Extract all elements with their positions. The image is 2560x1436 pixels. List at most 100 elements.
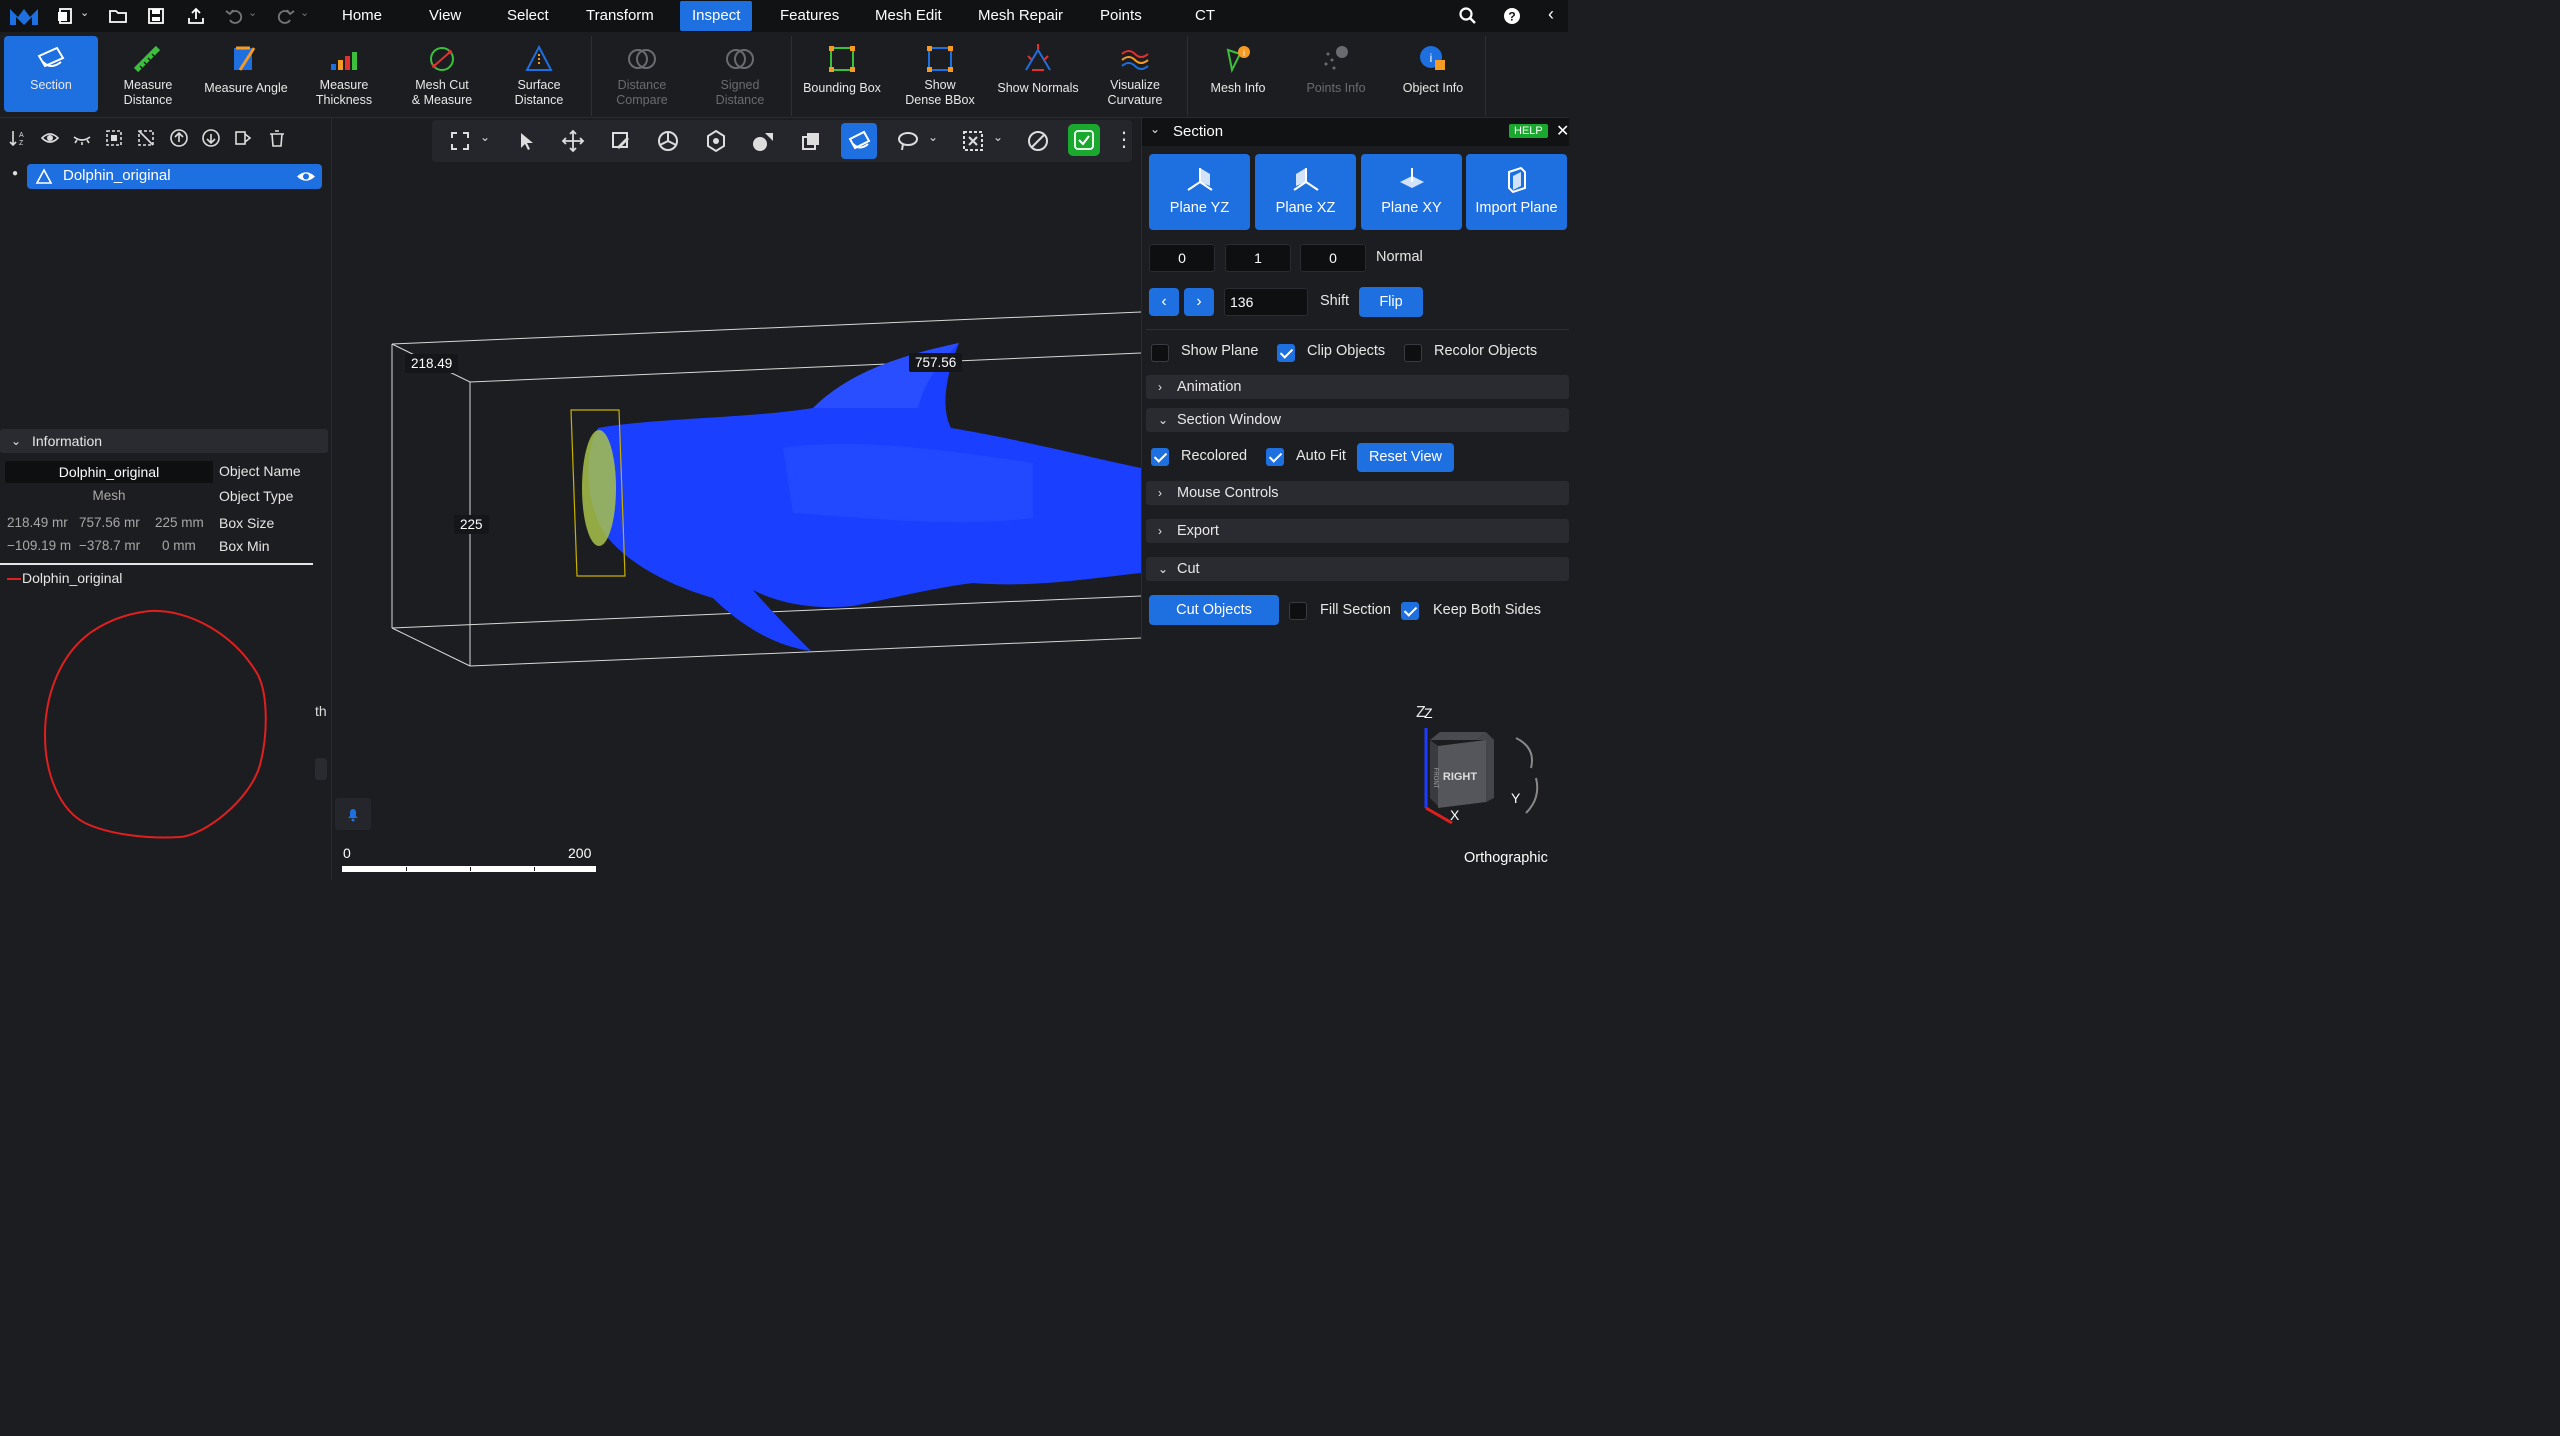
split-icon[interactable] xyxy=(233,128,253,148)
plane-yz-button[interactable]: Plane YZ xyxy=(1149,154,1250,230)
save-icon[interactable] xyxy=(146,6,166,26)
menu-mesh-edit[interactable]: Mesh Edit xyxy=(863,0,954,32)
object-info-button[interactable]: i Object Info xyxy=(1386,36,1480,112)
mesh-cut-measure-button[interactable]: Mesh Cut & Measure xyxy=(395,36,489,112)
apply-button[interactable] xyxy=(1068,124,1100,156)
help-icon[interactable]: ? xyxy=(1502,6,1522,26)
new-file-icon[interactable] xyxy=(56,6,76,26)
orbit-icon[interactable] xyxy=(704,129,728,153)
undo-icon[interactable] xyxy=(224,6,244,26)
fill-section-checkbox[interactable] xyxy=(1289,602,1307,620)
move-up-icon[interactable] xyxy=(169,128,189,148)
edit-settings-icon[interactable] xyxy=(609,129,633,153)
hide-all-icon[interactable] xyxy=(72,128,92,148)
shift-input[interactable]: 136 xyxy=(1224,288,1308,316)
plane-xy-button[interactable]: Plane XY xyxy=(1361,154,1462,230)
no-entry-icon[interactable] xyxy=(1026,129,1050,153)
points-info-button[interactable]: Points Info xyxy=(1289,36,1383,112)
menu-select[interactable]: Select xyxy=(495,0,561,32)
move-icon[interactable] xyxy=(561,129,585,153)
3d-viewport[interactable]: 218.49 757.56 225 0 200 Z Z RIGHT FRONT … xyxy=(333,118,1539,880)
clip-objects-checkbox[interactable] xyxy=(1277,344,1295,362)
distance-compare-button[interactable]: Distance Compare xyxy=(595,36,689,112)
export-section[interactable]: › Export xyxy=(1146,519,1569,543)
redo-chevron-icon[interactable]: ⌄ xyxy=(300,6,309,19)
box-select-chevron-icon[interactable]: ⌄ xyxy=(993,130,1003,144)
undo-chevron-icon[interactable]: ⌄ xyxy=(248,6,257,19)
recolor-objects-checkbox[interactable] xyxy=(1404,344,1422,362)
fit-view-icon[interactable] xyxy=(448,129,472,153)
chevron-down-icon[interactable]: ⌄ xyxy=(80,6,89,19)
open-folder-icon[interactable] xyxy=(108,6,128,26)
select-cursor-icon[interactable] xyxy=(515,129,539,153)
view-cube[interactable]: RIGHT FRONT xyxy=(1416,718,1556,828)
information-header[interactable]: ⌄ Information xyxy=(0,429,328,453)
auto-fit-checkbox[interactable] xyxy=(1266,448,1284,466)
deselect-icon[interactable] xyxy=(136,128,156,148)
object-name-value[interactable]: Dolphin_original xyxy=(5,461,213,483)
redo-icon[interactable] xyxy=(276,6,296,26)
menu-mesh-repair[interactable]: Mesh Repair xyxy=(966,0,1075,32)
shift-increase-button[interactable]: › xyxy=(1184,288,1214,316)
menu-features[interactable]: Features xyxy=(768,0,851,32)
signed-distance-button[interactable]: Signed Distance xyxy=(693,36,787,112)
show-all-icon[interactable] xyxy=(40,128,60,148)
menu-points[interactable]: Points xyxy=(1088,0,1154,32)
menu-home[interactable]: Home xyxy=(330,0,394,32)
notifications-button[interactable] xyxy=(335,798,371,830)
app-logo-icon[interactable] xyxy=(8,5,40,27)
mouse-controls-section[interactable]: › Mouse Controls xyxy=(1146,481,1569,505)
section-button[interactable]: Section xyxy=(4,36,98,112)
measure-thickness-button[interactable]: Measure Thickness xyxy=(297,36,391,112)
projection-mode-label[interactable]: Orthographic xyxy=(1464,850,1548,866)
tree-item-dolphin[interactable]: Dolphin_original xyxy=(27,164,322,189)
measure-distance-button[interactable]: Measure Distance xyxy=(101,36,195,112)
mesh-info-button[interactable]: i Mesh Info xyxy=(1191,36,1285,112)
import-plane-button[interactable]: Import Plane xyxy=(1466,154,1567,230)
move-down-icon[interactable] xyxy=(201,128,221,148)
section-panel-header[interactable]: ⌄ Section HELP ✕ xyxy=(1142,118,1569,146)
bounding-box-button[interactable]: Bounding Box xyxy=(795,36,889,112)
select-all-icon[interactable] xyxy=(104,128,124,148)
normal-x-input[interactable]: 0 xyxy=(1149,244,1215,272)
normal-y-input[interactable]: 1 xyxy=(1225,244,1291,272)
shift-decrease-button[interactable]: ‹ xyxy=(1149,288,1179,316)
lasso-icon[interactable] xyxy=(896,129,920,153)
shading-icon[interactable] xyxy=(751,129,775,153)
reset-view-button[interactable]: Reset View xyxy=(1357,443,1454,472)
measure-angle-button[interactable]: Measure Angle xyxy=(199,36,293,112)
show-plane-checkbox[interactable] xyxy=(1151,344,1169,362)
surface-distance-button[interactable]: Surface Distance xyxy=(492,36,586,112)
sort-icon[interactable]: AZ xyxy=(8,128,28,148)
cut-section[interactable]: ⌄ Cut xyxy=(1146,557,1569,581)
copy-view-icon[interactable] xyxy=(799,129,823,153)
show-dense-bbox-button[interactable]: Show Dense BBox xyxy=(893,36,987,112)
visualize-curvature-button[interactable]: Visualize Curvature xyxy=(1088,36,1182,112)
visibility-eye-icon[interactable] xyxy=(296,169,316,184)
section-window[interactable]: Dolphin_original xyxy=(0,563,313,880)
section-window-section[interactable]: ⌄ Section Window xyxy=(1146,408,1569,432)
box-select-icon[interactable] xyxy=(961,129,985,153)
menu-transform[interactable]: Transform xyxy=(574,0,666,32)
plane-xz-button[interactable]: Plane XZ xyxy=(1255,154,1356,230)
menu-inspect[interactable]: Inspect xyxy=(680,1,753,31)
normal-z-input[interactable]: 0 xyxy=(1300,244,1366,272)
export-icon[interactable] xyxy=(186,6,206,26)
cut-objects-button[interactable]: Cut Objects xyxy=(1149,595,1279,625)
menu-view[interactable]: View xyxy=(417,0,473,32)
help-badge[interactable]: HELP xyxy=(1509,124,1548,138)
menu-ct[interactable]: CT xyxy=(1183,0,1227,32)
collapse-icon[interactable]: ‹ xyxy=(1548,4,1554,25)
recolored-checkbox[interactable] xyxy=(1151,448,1169,466)
panel-resize-handle[interactable] xyxy=(315,758,327,780)
search-icon[interactable] xyxy=(1458,6,1478,26)
keep-both-sides-checkbox[interactable] xyxy=(1401,602,1419,620)
close-icon[interactable]: ✕ xyxy=(1556,121,1569,141)
delete-icon[interactable] xyxy=(267,128,287,148)
lasso-chevron-icon[interactable]: ⌄ xyxy=(928,130,938,144)
more-options-icon[interactable]: ⋮ xyxy=(1114,127,1134,153)
animation-section[interactable]: › Animation xyxy=(1146,375,1569,399)
flip-button[interactable]: Flip xyxy=(1359,287,1423,317)
section-mode-button[interactable] xyxy=(841,123,877,159)
show-normals-button[interactable]: Show Normals xyxy=(991,36,1085,112)
